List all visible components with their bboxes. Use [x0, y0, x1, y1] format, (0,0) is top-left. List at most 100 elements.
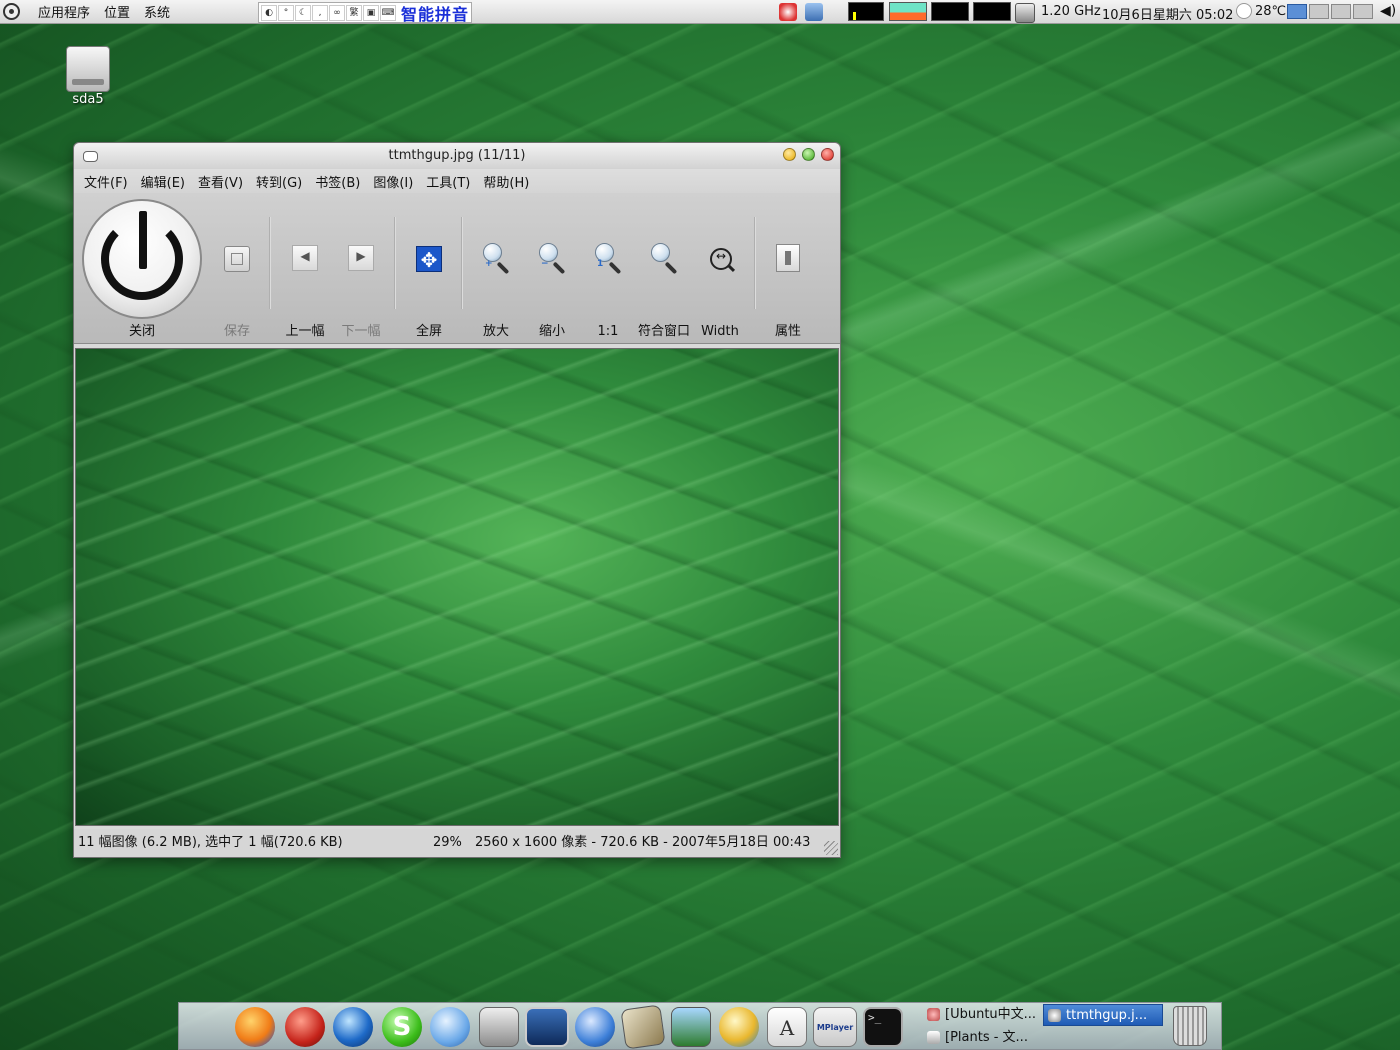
- menu-file[interactable]: 文件(F): [84, 172, 128, 191]
- temperature: 28℃: [1255, 3, 1287, 19]
- cpu-freq-icon[interactable]: [1015, 3, 1035, 23]
- fit-width-button[interactable]: Width: [701, 193, 739, 343]
- ime-toolbar: ◐ ° ☾ , ∞ 繁 ▣ ⌨ 智能拼音: [258, 1, 473, 25]
- chat-icon[interactable]: [430, 1007, 470, 1047]
- fit-width-icon: [710, 248, 732, 270]
- properties-label: 属性: [774, 324, 801, 339]
- ime-punct-icon[interactable]: ,: [312, 4, 328, 21]
- network-monitor[interactable]: [931, 2, 969, 21]
- task-label: [Ubuntu中文...: [945, 1007, 1037, 1022]
- task-label: ttmthgup.j...: [1066, 1008, 1148, 1023]
- resize-grip[interactable]: [824, 841, 838, 855]
- moon-weather-icon: [1236, 3, 1252, 19]
- properties-button[interactable]: 属性: [770, 193, 806, 343]
- top-panel: 应用程序 位置 系统 ◐ ° ☾ , ∞ 繁 ▣ ⌨ 智能拼音 1.20 GHz…: [0, 0, 1400, 24]
- next-label: 下一幅: [341, 324, 381, 339]
- ubuntu-logo-icon[interactable]: [3, 3, 20, 20]
- download-icon[interactable]: [479, 1007, 519, 1047]
- weather-applet[interactable]: 28℃: [1236, 3, 1286, 19]
- ime-lock-icon[interactable]: ▣: [363, 4, 379, 21]
- firefox-icon[interactable]: [235, 1007, 275, 1047]
- ime-name[interactable]: 智能拼音: [401, 1, 469, 25]
- menu-bookmarks[interactable]: 书签(B): [315, 172, 360, 191]
- fit-window-button[interactable]: 符合窗口: [638, 193, 690, 343]
- menu-image[interactable]: 图像(I): [373, 172, 413, 191]
- speaker-icon[interactable]: ◀): [1380, 3, 1396, 19]
- zoom-actual-icon: 1: [594, 243, 624, 275]
- save-label: 保存: [223, 324, 250, 339]
- network-globe-icon[interactable]: [575, 1007, 615, 1047]
- previous-button[interactable]: ◀ 上一幅: [285, 193, 325, 343]
- next-button[interactable]: ▶ 下一幅: [341, 193, 381, 343]
- ime-traditional-button[interactable]: 繁: [346, 4, 362, 21]
- task-plants-doc[interactable]: [Plants - 文...: [923, 1027, 1043, 1049]
- menu-places[interactable]: 位置: [104, 2, 130, 21]
- menubar: 文件(F) 编辑(E) 查看(V) 转到(G) 书签(B) 图像(I) 工具(T…: [74, 169, 840, 193]
- properties-icon: [776, 244, 800, 272]
- ime-penguin-icon[interactable]: ◐: [261, 4, 277, 21]
- terminal-icon[interactable]: >_: [863, 1007, 903, 1047]
- menu-system[interactable]: 系统: [144, 2, 170, 21]
- close-window-button[interactable]: [821, 148, 834, 161]
- fish-icon[interactable]: [719, 1007, 759, 1047]
- zoom-out-icon: −: [538, 243, 568, 275]
- clock[interactable]: 10月6日星期六 05:02: [1102, 4, 1233, 23]
- fit-width-label: Width: [701, 324, 739, 339]
- workspace-2[interactable]: [1309, 4, 1329, 19]
- menu-tools[interactable]: 工具(T): [426, 172, 470, 191]
- window-titlebar[interactable]: ttmthgup.jpg (11/11): [74, 143, 840, 169]
- zoom-in-icon: +: [482, 243, 512, 275]
- zoom-out-button[interactable]: − 缩小: [534, 193, 570, 343]
- update-notifier-icon[interactable]: [779, 3, 797, 21]
- ime-link-icon[interactable]: ∞: [329, 4, 345, 21]
- skype-icon[interactable]: S: [382, 1007, 422, 1047]
- maximize-button[interactable]: [802, 148, 815, 161]
- save-button[interactable]: 保存: [220, 193, 254, 343]
- fit-window-icon: [650, 243, 680, 275]
- previous-arrow-icon: ◀: [292, 245, 318, 271]
- workspace-3[interactable]: [1331, 4, 1351, 19]
- ime-keyboard-icon[interactable]: ⌨: [380, 4, 396, 21]
- network-icon[interactable]: [805, 3, 823, 21]
- workspace-1[interactable]: [1287, 4, 1307, 19]
- ime-moon-icon[interactable]: ☾: [295, 4, 311, 21]
- photo-icon[interactable]: [620, 1004, 666, 1050]
- desktop-icon-sda5[interactable]: sda5: [62, 46, 114, 107]
- window-title: ttmthgup.jpg (11/11): [388, 148, 526, 163]
- image-canvas[interactable]: [75, 348, 839, 826]
- status-image-info: 2560 x 1600 像素 - 720.6 KB - 2007年5月18日 0…: [475, 835, 811, 850]
- zoom-in-button[interactable]: + 放大: [478, 193, 514, 343]
- save-icon: [224, 246, 250, 272]
- menu-go[interactable]: 转到(G): [256, 172, 302, 191]
- cpu-monitor[interactable]: [848, 2, 884, 21]
- menu-help[interactable]: 帮助(H): [483, 172, 529, 191]
- window-menu-icon[interactable]: [83, 151, 98, 162]
- google-earth-icon[interactable]: [333, 1007, 373, 1047]
- menu-applications[interactable]: 应用程序: [38, 2, 90, 21]
- workspace-4[interactable]: [1353, 4, 1373, 19]
- screen-icon[interactable]: [525, 1007, 569, 1047]
- dock: S A MPlayer >_ [Ubuntu中文... ttmthgup.j..…: [178, 1002, 1222, 1050]
- close-button[interactable]: 关闭: [74, 193, 210, 343]
- flash-icon[interactable]: [285, 1007, 325, 1047]
- task-ubuntu-forum[interactable]: [Ubuntu中文...: [923, 1004, 1043, 1026]
- ime-symbol-icon[interactable]: °: [278, 4, 294, 21]
- document-task-icon: [927, 1031, 940, 1044]
- minimize-button[interactable]: [783, 148, 796, 161]
- disk-monitor[interactable]: [973, 2, 1011, 21]
- menu-edit[interactable]: 编辑(E): [141, 172, 185, 191]
- browser-task-icon: [927, 1008, 940, 1021]
- trash-icon[interactable]: [1173, 1006, 1207, 1046]
- menu-view[interactable]: 查看(V): [198, 172, 243, 191]
- power-icon: [82, 199, 202, 319]
- hard-disk-icon: [66, 46, 110, 92]
- zoom-actual-button[interactable]: 1 1:1: [590, 193, 626, 343]
- memory-monitor[interactable]: [889, 2, 927, 21]
- text-editor-icon[interactable]: A: [767, 1007, 807, 1047]
- task-image-viewer[interactable]: ttmthgup.j...: [1043, 1004, 1163, 1026]
- mplayer-icon[interactable]: MPlayer: [813, 1007, 857, 1047]
- image-viewer-icon[interactable]: [671, 1007, 711, 1047]
- apple-icon[interactable]: [187, 1007, 227, 1047]
- fullscreen-label: 全屏: [415, 324, 442, 339]
- fullscreen-button[interactable]: 全屏: [412, 193, 446, 343]
